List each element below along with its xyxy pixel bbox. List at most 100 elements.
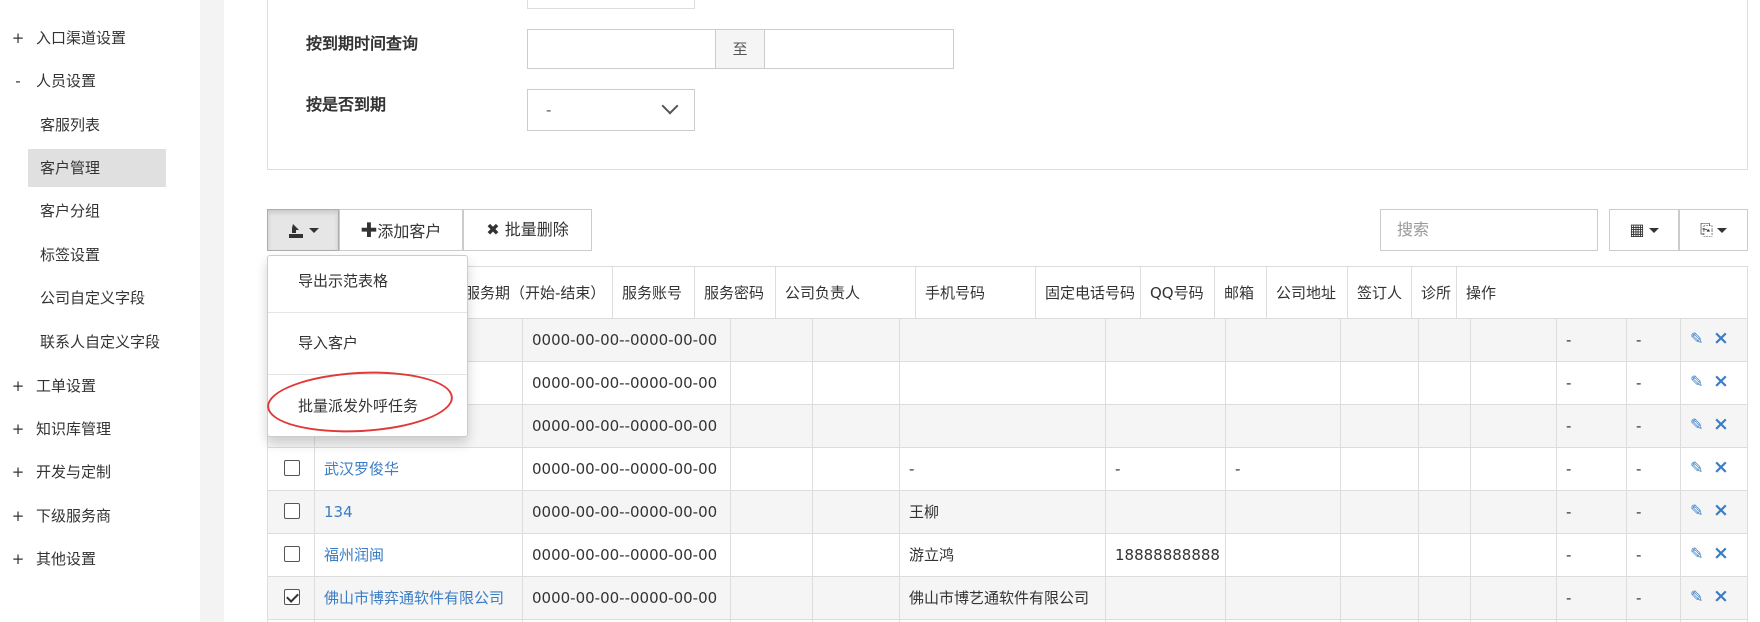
sidebar-group-sub-providers[interactable]: + 下级服务商 bbox=[0, 497, 111, 535]
col-address[interactable]: 公司地址 bbox=[1267, 267, 1348, 319]
cell-dash: - bbox=[1566, 589, 1572, 607]
service-period: 0000-00-00--0000-00-00 bbox=[532, 503, 718, 521]
table-row: 0000-00-00--0000-00-00 - - ✎ × bbox=[268, 362, 1747, 405]
table-row: 0000-00-00--0000-00-00 - - ✎ × bbox=[268, 319, 1747, 362]
service-period: 0000-00-00--0000-00-00 bbox=[532, 331, 718, 349]
pencil-icon[interactable]: ✎ bbox=[1690, 331, 1706, 347]
cell-dash: - bbox=[1636, 460, 1642, 478]
import-icon bbox=[289, 223, 303, 238]
company-owner: 佛山市博艺通软件有限公司 bbox=[909, 589, 1090, 607]
grid-line bbox=[899, 319, 900, 622]
grid-line bbox=[522, 319, 523, 622]
col-company-owner[interactable]: 公司负责人 bbox=[776, 267, 916, 319]
sidebar-group-entry-channels[interactable]: + 入口渠道设置 bbox=[0, 19, 126, 57]
sidebar: + 入口渠道设置 - 人员设置 客服列表 客户管理 客户分组 标签设置 公司自定义字… bbox=[0, 0, 200, 622]
cell-dash: - bbox=[1636, 589, 1642, 607]
sidebar-item-customer-management[interactable]: 客户管理 bbox=[28, 149, 166, 187]
company-owner: - bbox=[909, 460, 915, 478]
expiry-start-input[interactable] bbox=[527, 29, 716, 69]
export-button[interactable]: ⎘ bbox=[1679, 209, 1748, 251]
cell-dash: - bbox=[1636, 331, 1642, 349]
close-icon[interactable]: × bbox=[1713, 501, 1729, 520]
search-input[interactable]: 搜索 bbox=[1380, 209, 1598, 251]
col-email[interactable]: 邮箱 bbox=[1215, 267, 1267, 319]
close-icon[interactable]: × bbox=[1713, 587, 1729, 606]
pencil-icon[interactable]: ✎ bbox=[1690, 417, 1706, 433]
pencil-icon[interactable]: ✎ bbox=[1690, 460, 1706, 476]
col-mobile[interactable]: 手机号码 bbox=[916, 267, 1036, 319]
import-dropdown-button[interactable] bbox=[267, 209, 339, 251]
mobile: - bbox=[1115, 460, 1121, 478]
mobile: 18888888888 bbox=[1115, 546, 1220, 564]
pencil-icon[interactable]: ✎ bbox=[1690, 374, 1706, 390]
sidebar-group-label: 开发与定制 bbox=[36, 463, 112, 481]
close-icon[interactable]: × bbox=[1713, 329, 1729, 348]
col-service-account[interactable]: 服务账号 bbox=[613, 267, 695, 319]
sidebar-group-other[interactable]: + 其他设置 bbox=[0, 540, 96, 578]
col-phone[interactable]: 固定电话号码 bbox=[1036, 267, 1141, 319]
company-owner: 游立鸿 bbox=[909, 546, 955, 564]
service-period: 0000-00-00--0000-00-00 bbox=[532, 589, 718, 607]
caret-down-icon bbox=[1716, 228, 1727, 233]
customer-name-link[interactable]: 武汉罗俊华 bbox=[324, 448, 399, 491]
sidebar-group-label: 下级服务商 bbox=[36, 507, 112, 525]
sidebar-group-development[interactable]: + 开发与定制 bbox=[0, 453, 111, 491]
customer-name-link[interactable]: 福州润闽 bbox=[324, 534, 384, 577]
sidebar-group-label: 工单设置 bbox=[36, 377, 97, 395]
is-expired-select[interactable]: - bbox=[527, 89, 695, 131]
table-row: 134 0000-00-00--0000-00-00 王柳 - - ✎ × bbox=[268, 491, 1747, 534]
pencil-icon[interactable]: ✎ bbox=[1690, 589, 1706, 605]
close-icon[interactable]: × bbox=[1713, 458, 1729, 477]
row-checkbox[interactable] bbox=[284, 546, 300, 562]
row-checkbox[interactable] bbox=[284, 503, 300, 519]
sidebar-item-tag-settings[interactable]: 标签设置 bbox=[28, 236, 166, 274]
customer-name-link[interactable]: 佛山市博弈通软件有限公司 bbox=[324, 577, 504, 620]
grid-line bbox=[1680, 319, 1681, 622]
cell-dash: - bbox=[1566, 503, 1572, 521]
service-period: 0000-00-00--0000-00-00 bbox=[532, 417, 718, 435]
sidebar-item-agent-list[interactable]: 客服列表 bbox=[28, 106, 166, 144]
pencil-icon[interactable]: ✎ bbox=[1690, 503, 1706, 519]
col-qq[interactable]: QQ号码 bbox=[1141, 267, 1215, 319]
col-service-period[interactable]: 服务期（开始-结束） bbox=[456, 267, 613, 319]
cell-dash: - bbox=[1566, 460, 1572, 478]
menu-divider bbox=[268, 312, 467, 313]
batch-delete-button[interactable]: ✖ 批量删除 bbox=[463, 209, 592, 251]
menu-item-import-customers[interactable]: 导入客户 bbox=[268, 318, 467, 378]
table-row: 武汉罗俊华 0000-00-00--0000-00-00 - - - - - ✎… bbox=[268, 448, 1747, 491]
add-customer-button[interactable]: ✚添加客户 bbox=[339, 209, 463, 251]
previous-filter-input[interactable] bbox=[527, 0, 695, 9]
sidebar-group-tickets[interactable]: + 工单设置 bbox=[0, 367, 96, 405]
sidebar-group-label: 其他设置 bbox=[36, 550, 97, 568]
cell-dash: - bbox=[1566, 546, 1572, 564]
close-icon[interactable]: × bbox=[1713, 544, 1729, 563]
row-checkbox[interactable] bbox=[284, 460, 300, 476]
sidebar-item-company-custom-fields[interactable]: 公司自定义字段 bbox=[28, 279, 166, 317]
cell-dash: - bbox=[1636, 503, 1642, 521]
export-icon: ⎘ bbox=[1700, 220, 1713, 239]
service-period: 0000-00-00--0000-00-00 bbox=[532, 374, 718, 392]
service-period: 0000-00-00--0000-00-00 bbox=[532, 546, 718, 564]
sidebar-group-label: 入口渠道设置 bbox=[36, 29, 127, 47]
cell-dash: - bbox=[1636, 417, 1642, 435]
expiry-end-input[interactable] bbox=[764, 29, 954, 69]
expiry-date-label: 按到期时间查询 bbox=[306, 34, 419, 53]
sidebar-group-knowledge-base[interactable]: + 知识库管理 bbox=[0, 410, 111, 448]
plus-icon: ✚ bbox=[360, 218, 378, 242]
batch-delete-label: 批量删除 bbox=[504, 220, 569, 239]
chevron-down-icon bbox=[661, 97, 679, 115]
close-icon[interactable]: × bbox=[1713, 415, 1729, 434]
filter-panel bbox=[267, 0, 1748, 170]
col-service-password[interactable]: 服务密码 bbox=[695, 267, 776, 319]
pencil-icon[interactable]: ✎ bbox=[1690, 546, 1706, 562]
col-signer[interactable]: 签订人 bbox=[1348, 267, 1412, 319]
sidebar-item-contact-custom-fields[interactable]: 联系人自定义字段 bbox=[28, 323, 166, 361]
row-checkbox[interactable] bbox=[284, 589, 300, 605]
sidebar-group-staff[interactable]: - 人员设置 bbox=[0, 62, 96, 100]
close-icon[interactable]: × bbox=[1713, 372, 1729, 391]
menu-item-export-template[interactable]: 导出示范表格 bbox=[268, 256, 467, 316]
col-clinic[interactable]: 诊所 bbox=[1412, 267, 1457, 319]
customer-name-link[interactable]: 134 bbox=[324, 491, 353, 534]
columns-toggle-button[interactable]: ▦ bbox=[1609, 209, 1679, 251]
sidebar-item-customer-groups[interactable]: 客户分组 bbox=[28, 192, 166, 230]
